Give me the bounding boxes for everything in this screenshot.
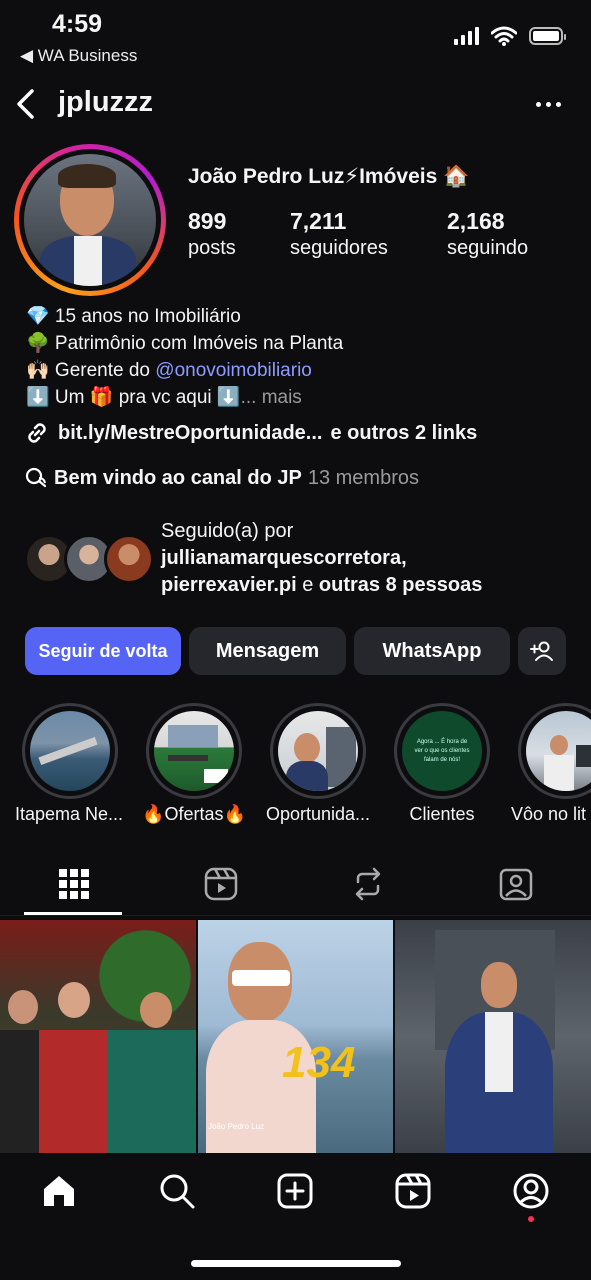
more-options-icon[interactable] — [536, 102, 561, 107]
status-time: 4:59 — [52, 10, 103, 38]
follow-back-button[interactable]: Seguir de volta — [25, 627, 181, 675]
search-icon[interactable] — [158, 1172, 196, 1210]
channel-icon — [25, 467, 47, 488]
followed-by-name[interactable]: pierrexavier.pi — [161, 574, 297, 596]
mutual-followers-avatars[interactable] — [24, 534, 154, 584]
reposts-icon[interactable] — [350, 866, 386, 902]
tagged-icon[interactable] — [498, 866, 534, 902]
add-person-icon — [530, 641, 553, 661]
followed-by-connector: e — [296, 574, 319, 596]
stat-followers[interactable]: 7,211 seguidores — [290, 208, 388, 260]
highlight-oportunidades[interactable] — [270, 703, 366, 799]
highlight-voo[interactable] — [518, 703, 591, 799]
stat-posts[interactable]: 899 posts — [188, 208, 236, 260]
stat-posts-value: 899 — [188, 208, 227, 234]
back-to-app-link[interactable]: ◀ WA Business — [20, 46, 137, 66]
post-tile[interactable]: 134 João Pedro Luz — [198, 920, 393, 1153]
bio-line: ⬇️ Um 🎁 pra vc aqui ⬇️... mais — [26, 384, 343, 411]
bio-line: 🙌🏻 Gerente do @onovoimobiliario — [26, 357, 343, 384]
highlight-label: Itapema Ne... — [14, 804, 124, 824]
profile-username: jpluzzz — [58, 86, 154, 118]
stat-following-value: 2,168 — [447, 208, 505, 234]
bio-link-text[interactable]: bit.ly/MestreOportunidade... — [58, 422, 322, 445]
bio-line: 🌳 Patrimônio com Imóveis na Planta — [26, 333, 344, 354]
highlight-clientes[interactable]: Agora ... É hora de ver o que os cliente… — [394, 703, 490, 799]
tabs-divider — [0, 915, 591, 916]
bio-more-link[interactable]: ... mais — [241, 387, 302, 408]
grid-icon[interactable] — [56, 866, 92, 902]
bio-line-text: 🙌🏻 Gerente do — [26, 360, 156, 381]
highlight-story-text: Agora ... É hora de ver o que os cliente… — [414, 738, 470, 763]
channel-name: Bem vindo ao canal do JP — [54, 466, 302, 489]
stat-following-label: seguindo — [447, 237, 529, 259]
profile-display-name: João Pedro Luz⚡Imóveis 🏠 — [188, 165, 470, 188]
followed-by-text[interactable]: Seguido(a) por jullianamarquescorretora,… — [161, 518, 482, 599]
message-button[interactable]: Mensagem — [189, 627, 346, 675]
highlight-label: 🔥Ofertas🔥 — [142, 804, 246, 824]
bio-line-text: ⬇️ Um 🎁 pra vc aqui ⬇️ — [26, 387, 241, 408]
profile-bio: 💎 15 anos no Imobiliário 🌳 Patrimônio co… — [26, 303, 343, 411]
stat-followers-label: seguidores — [290, 237, 388, 259]
post-caption-name: João Pedro Luz — [208, 1122, 265, 1131]
post-tile[interactable] — [0, 920, 196, 1153]
home-icon[interactable] — [40, 1172, 78, 1210]
followed-by-others[interactable]: outras 8 pessoas — [319, 574, 482, 596]
stat-following[interactable]: 2,168 seguindo — [447, 208, 528, 260]
profile-nav-icon[interactable] — [512, 1172, 550, 1210]
highlight-label: Oportunida... — [265, 804, 371, 824]
reels-icon[interactable] — [203, 866, 239, 902]
highlight-itapema[interactable] — [22, 703, 118, 799]
post-caption-number: 134 — [282, 1038, 356, 1087]
home-indicator[interactable] — [191, 1260, 401, 1267]
active-tab-indicator — [24, 912, 122, 915]
highlight-label: Clientes — [409, 804, 475, 824]
profile-avatar[interactable] — [14, 144, 166, 296]
reels-nav-icon[interactable] — [394, 1172, 432, 1210]
back-arrow-icon[interactable] — [12, 86, 40, 122]
avatar — [104, 534, 154, 584]
channel-members: 13 membros — [307, 466, 419, 489]
stat-followers-value: 7,211 — [290, 208, 347, 234]
wifi-icon — [491, 26, 517, 46]
suggest-people-button[interactable] — [518, 627, 566, 675]
notification-dot — [528, 1216, 534, 1222]
stat-posts-label: posts — [188, 237, 236, 259]
whatsapp-button[interactable]: WhatsApp — [354, 627, 510, 675]
status-icons — [454, 26, 566, 46]
highlight-ofertas[interactable] — [146, 703, 242, 799]
followed-by-name[interactable]: jullianamarquescorretora, — [161, 547, 407, 569]
bio-links[interactable]: bit.ly/MestreOportunidade... e outros 2 … — [24, 420, 477, 446]
post-tile[interactable] — [395, 920, 591, 1153]
create-post-icon[interactable] — [276, 1172, 314, 1210]
bio-link-extra[interactable]: e outros 2 links — [330, 422, 477, 445]
highlight-label: Vôo no lit — [511, 804, 587, 824]
broadcast-channel[interactable]: Bem vindo ao canal do JP 13 membros — [24, 466, 419, 490]
followed-by-intro: Seguido(a) por — [161, 520, 294, 542]
battery-icon — [529, 27, 566, 45]
bio-mention-link[interactable]: @onovoimobiliario — [155, 360, 312, 381]
link-icon — [28, 423, 46, 443]
bio-line: 💎 15 anos no Imobiliário — [26, 306, 241, 327]
cellular-signal-icon — [454, 27, 479, 45]
